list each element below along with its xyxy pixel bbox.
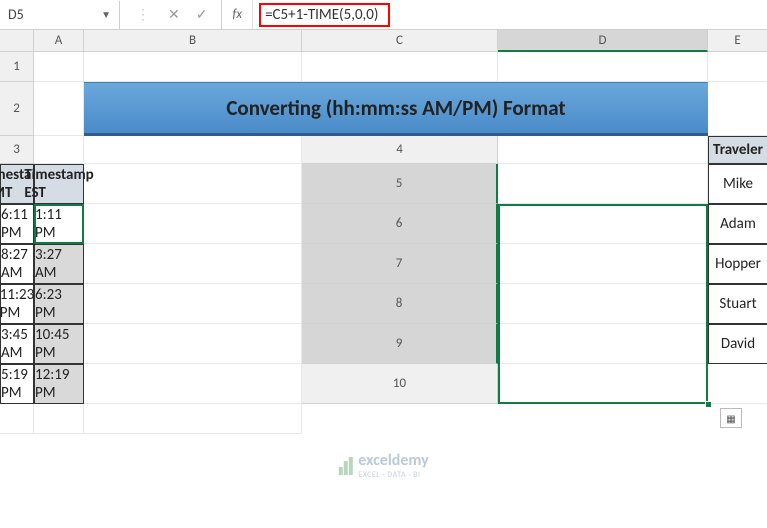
row-header-7[interactable]: 7 [302, 244, 498, 284]
cell-a7[interactable] [498, 244, 708, 284]
cancel-icon[interactable] [168, 8, 180, 22]
row-header-5[interactable]: 5 [302, 164, 498, 204]
watermark-logo-icon [338, 457, 352, 475]
cell-est-0[interactable]: 1:11 PM [34, 204, 84, 244]
col-header-d[interactable]: D [498, 30, 708, 52]
cell-e6[interactable] [84, 244, 302, 284]
cell-d1[interactable] [498, 52, 708, 82]
watermark: exceldemy EXCEL · DATA · BI [338, 451, 428, 480]
name-box-dropdown-icon[interactable]: ▼ [97, 8, 111, 21]
cell-a10[interactable] [498, 364, 708, 404]
cell-e2[interactable] [708, 82, 767, 136]
cell-traveler-4[interactable]: David [708, 324, 767, 364]
cell-gmt-2[interactable]: 11:23 PM [0, 284, 34, 324]
cell-c10[interactable] [0, 404, 34, 434]
cell-gmt-4[interactable]: 5:19 PM [0, 364, 34, 404]
cell-a1[interactable] [34, 52, 84, 82]
row-header-9[interactable]: 9 [302, 324, 498, 364]
cell-est-2[interactable]: 6:23 PM [34, 284, 84, 324]
formula-bar: D5 ▼ ⋮ fx =C5+1-TIME(5,0,0) [0, 0, 767, 30]
cell-a3[interactable] [34, 136, 84, 164]
col-header-b[interactable]: B [84, 30, 302, 52]
cell-e1[interactable] [708, 52, 767, 82]
row-header-1[interactable]: 1 [0, 52, 34, 82]
cell-a9[interactable] [498, 324, 708, 364]
cell-b1[interactable] [84, 52, 302, 82]
cell-est-4[interactable]: 12:19 PM [34, 364, 84, 404]
cell-e10[interactable] [84, 404, 302, 434]
select-all-corner[interactable] [0, 30, 34, 52]
cell-e4[interactable] [84, 164, 302, 204]
cell-gmt-3[interactable]: 3:45 AM [0, 324, 34, 364]
col-header-e[interactable]: E [708, 30, 767, 52]
cell-a6[interactable] [498, 204, 708, 244]
cell-est-3[interactable]: 10:45 PM [34, 324, 84, 364]
cell-a5[interactable] [498, 164, 708, 204]
name-box[interactable]: D5 ▼ [0, 1, 120, 29]
enter-icon[interactable] [196, 8, 208, 22]
spreadsheet-grid: A B C D E 1 2 Converting (hh:mm:ss AM/PM… [0, 30, 767, 434]
cell-est-1[interactable]: 3:27 AM [34, 244, 84, 284]
cell-b10[interactable] [708, 364, 767, 404]
formula-bar-buttons: ⋮ [120, 0, 222, 29]
col-header-c[interactable]: C [302, 30, 498, 52]
cell-a8[interactable] [498, 284, 708, 324]
formula-text: =C5+1-TIME(5,0,0) [259, 3, 390, 27]
row-header-10[interactable]: 10 [302, 364, 498, 404]
cell-e3[interactable] [84, 136, 302, 164]
formula-input[interactable]: =C5+1-TIME(5,0,0) [253, 0, 767, 29]
separator-icon: ⋮ [134, 6, 152, 23]
header-traveler[interactable]: Traveler [708, 136, 767, 164]
row-header-2[interactable]: 2 [0, 82, 34, 136]
cell-traveler-2[interactable]: Hopper [708, 244, 767, 284]
cell-traveler-3[interactable]: Stuart [708, 284, 767, 324]
row-header-8[interactable]: 8 [302, 284, 498, 324]
title-cell[interactable]: Converting (hh:mm:ss AM/PM) Format [84, 82, 708, 136]
fill-handle[interactable] [705, 401, 712, 408]
cell-e8[interactable] [84, 324, 302, 364]
cell-a2[interactable] [34, 82, 84, 136]
cell-gmt-0[interactable]: 6:11 PM [0, 204, 34, 244]
cell-gmt-1[interactable]: 8:27 AM [0, 244, 34, 284]
autofill-options-icon[interactable]: ▦ [720, 408, 742, 428]
row-header-6[interactable]: 6 [302, 204, 498, 244]
header-est[interactable]: Timestamp EST [34, 164, 84, 204]
cell-traveler-0[interactable]: Mike [708, 164, 767, 204]
col-header-a[interactable]: A [34, 30, 84, 52]
row-header-3[interactable]: 3 [0, 136, 34, 164]
cell-a4[interactable] [498, 136, 708, 164]
watermark-text: exceldemy [358, 451, 428, 470]
cell-e5[interactable] [84, 204, 302, 244]
row-header-4[interactable]: 4 [302, 136, 498, 164]
cell-d10[interactable] [34, 404, 84, 434]
name-box-value: D5 [8, 6, 97, 23]
cell-e7[interactable] [84, 284, 302, 324]
fx-label[interactable]: fx [222, 0, 253, 29]
watermark-sub: EXCEL · DATA · BI [358, 470, 428, 480]
cell-c1[interactable] [302, 52, 498, 82]
cell-traveler-1[interactable]: Adam [708, 204, 767, 244]
cell-e9[interactable] [84, 364, 302, 404]
